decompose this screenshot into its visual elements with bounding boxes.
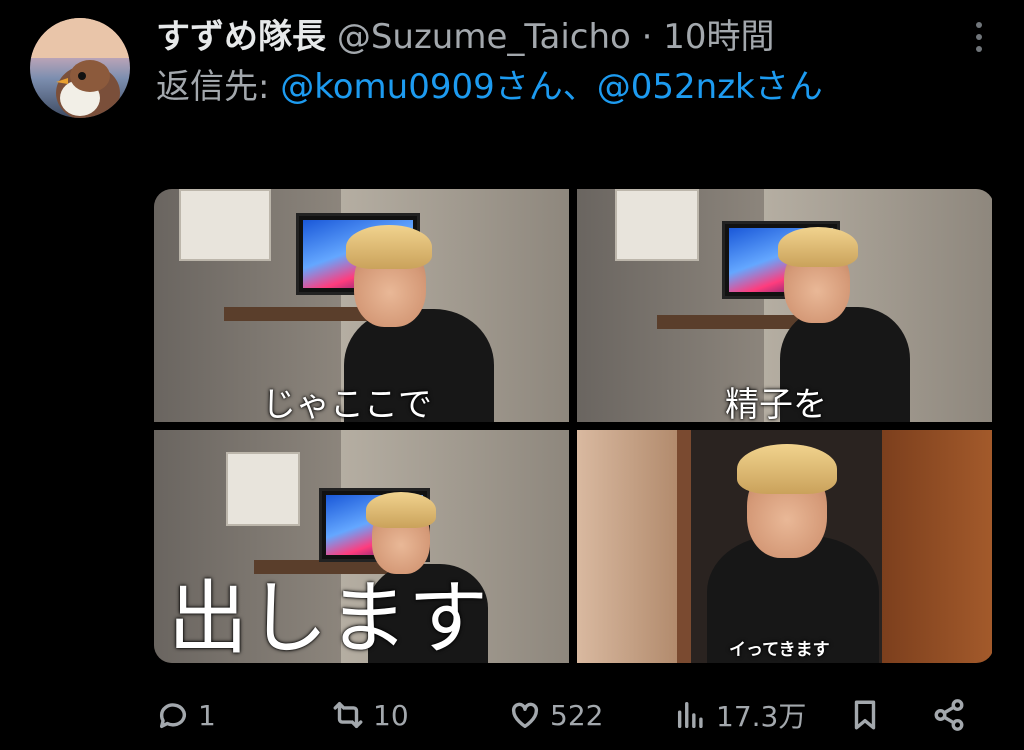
retweet-count: 10 xyxy=(373,698,409,732)
mention-joiner: 、 xyxy=(562,67,597,107)
tweet-header: すずめ隊長 @Suzume_Taicho · 10時間 返信先: @komu09… xyxy=(156,14,954,110)
author-handle[interactable]: @Suzume_Taicho xyxy=(337,17,631,57)
media-grid: じゃここで 精子を 出します イってきます xyxy=(154,189,994,663)
caption-3: 出します xyxy=(168,572,488,663)
caption-1: じゃここで xyxy=(262,385,432,422)
retweet-icon xyxy=(333,701,363,729)
views-icon xyxy=(677,701,703,729)
separator-dot: · xyxy=(641,17,653,57)
reply-icon xyxy=(159,703,187,729)
like-icon xyxy=(511,702,539,729)
media-image-1[interactable]: じゃここで xyxy=(154,189,569,422)
caption-4: イってきます xyxy=(729,640,830,660)
media-image-2[interactable]: 精子を xyxy=(577,189,992,422)
reply-prefix: 返信先: xyxy=(156,67,281,107)
sparrow-avatar-image xyxy=(30,18,130,118)
like-button[interactable]: 522 xyxy=(508,692,603,738)
views-count: 17.3万 xyxy=(716,700,807,733)
bookmark-button[interactable] xyxy=(848,692,882,738)
reply-count: 1 xyxy=(198,698,216,732)
action-bar: 1 10 522 17.3万 xyxy=(156,692,976,738)
views-button[interactable]: 17.3万 xyxy=(674,692,806,738)
like-count: 522 xyxy=(550,698,604,732)
author-name[interactable]: すずめ隊長 xyxy=(156,17,326,57)
mention-komu0909[interactable]: @komu0909さん xyxy=(280,67,562,107)
media-image-4[interactable]: イってきます xyxy=(577,430,992,663)
bookmark-icon xyxy=(854,700,876,730)
reply-to-line: 返信先: @komu0909さん、@052nzkさん xyxy=(156,64,954,110)
media-image-3[interactable]: 出します xyxy=(154,430,569,663)
caption-2: 精子を xyxy=(725,385,827,422)
mention-052nzk[interactable]: @052nzkさん xyxy=(597,67,823,107)
share-icon xyxy=(934,699,964,731)
reply-button[interactable]: 1 xyxy=(156,692,216,738)
share-button[interactable] xyxy=(932,692,966,738)
retweet-button[interactable]: 10 xyxy=(331,692,409,738)
timestamp[interactable]: 10時間 xyxy=(663,17,774,57)
author-avatar[interactable] xyxy=(30,18,130,118)
more-icon[interactable] xyxy=(974,22,984,58)
